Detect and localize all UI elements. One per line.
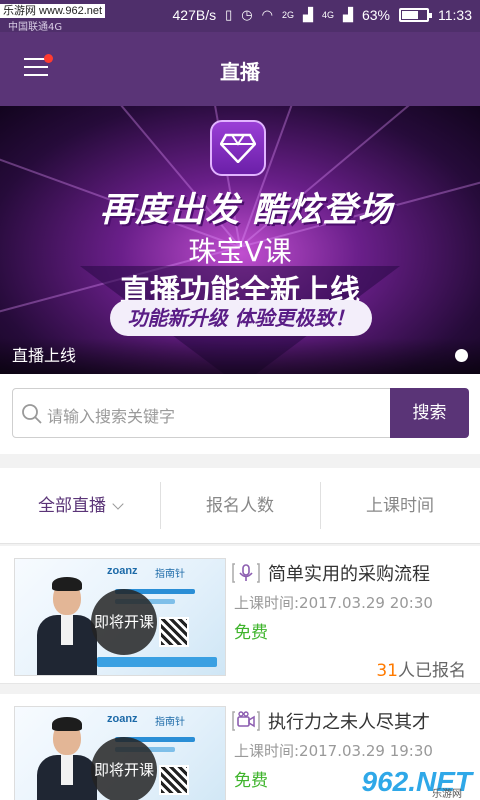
battery-fill — [402, 11, 419, 19]
banner-pill: 功能新升级 体验更极致！ — [110, 300, 372, 336]
battery-percent: 63% — [361, 7, 390, 23]
watermark-label: 乐游网 www.962.net — [0, 4, 106, 18]
vibrate-icon: ▯ — [225, 7, 233, 22]
lecturer-photo — [37, 575, 97, 675]
tab-label: 上课时间 — [366, 496, 434, 516]
banner-headline: 再度出发 酷炫登场 — [100, 190, 393, 230]
wifi-icon: ◠ — [261, 7, 273, 22]
status-badge: 即将开课 — [91, 737, 157, 800]
signal-icon: ▟ — [302, 7, 313, 22]
alarm-icon: ◷ — [241, 7, 253, 22]
course-title: 简单实用的采购流程 — [268, 564, 430, 585]
qr-code — [159, 617, 189, 647]
enroll-suffix: 人已报名 — [398, 661, 466, 681]
brand-logo: zoanz — [107, 713, 138, 725]
promo-banner[interactable]: 再度出发 酷炫登场 珠宝V课 直播功能全新上线 功能新升级 体验更极致！ 直播上… — [0, 106, 480, 374]
banner-subtitle: 珠宝V课 — [188, 235, 292, 268]
tab-label: 报名人数 — [206, 496, 274, 516]
diamond-logo-icon — [210, 120, 266, 176]
site-watermark-sub: 乐游网 — [432, 789, 462, 800]
banner-caption: 直播上线 — [12, 346, 77, 365]
enroll-count: 31人已报名 — [376, 656, 466, 681]
search-bar: 请输入搜索关键字 搜索 — [0, 374, 480, 454]
filter-tabs: 全部直播 报名人数 上课时间 — [0, 468, 480, 544]
course-card[interactable]: zoanz 指南针 即将开课 执行力之未人尽其才 上课时间:2017.03.29… — [0, 694, 480, 800]
brand-logo: zoanz — [107, 565, 138, 577]
course-title: 执行力之未人尽其才 — [268, 712, 430, 733]
nav-bar: 直播 — [0, 32, 480, 106]
signal-icon: ▟ — [342, 7, 353, 22]
chevron-down-icon — [112, 498, 124, 510]
qr-code — [159, 765, 189, 795]
search-placeholder: 请输入搜索关键字 — [47, 407, 176, 426]
carrier-label: 中国联通4G — [8, 22, 63, 33]
course-time: 上课时间:2017.03.29 20:30 — [234, 594, 433, 612]
status-badge: 即将开课 — [91, 589, 157, 655]
battery-icon — [399, 8, 432, 22]
tab-enrollment[interactable]: 报名人数 — [160, 468, 320, 543]
course-card[interactable]: zoanz 指南针 即将开课 简单实用的采购流程 上课时间:2017.03.29… — [0, 546, 480, 684]
tab-label: 全部直播 — [38, 496, 106, 516]
microphone-icon — [232, 563, 260, 583]
course-thumbnail: zoanz 指南针 即将开课 — [14, 558, 226, 676]
tab-class-time[interactable]: 上课时间 — [320, 468, 480, 543]
course-price: 免费 — [234, 623, 268, 643]
enroll-number: 31 — [376, 661, 398, 681]
status-bar: 乐游网 www.962.net 中国联通4G 427B/s ▯ ◷ ◠ 2G ▟… — [0, 0, 480, 33]
search-button[interactable]: 搜索 — [390, 388, 469, 438]
brand-logo-cn: 指南针 — [155, 717, 185, 728]
network-2g-label: 2G — [281, 10, 294, 20]
clock: 11:33 — [438, 7, 472, 23]
tab-all-live[interactable]: 全部直播 — [0, 468, 160, 543]
page-title: 直播 — [220, 60, 260, 84]
network-speed: 427B/s — [172, 7, 217, 23]
brand-logo-cn: 指南针 — [155, 569, 185, 580]
course-thumbnail: zoanz 指南针 即将开课 — [14, 706, 226, 800]
course-time: 上课时间:2017.03.29 19:30 — [234, 742, 433, 760]
course-price: 免费 — [234, 771, 268, 791]
search-icon — [22, 404, 42, 424]
status-icons: 427B/s ▯ ◷ ◠ 2G ▟ 4G ▟ 63% 11:33 — [173, 7, 473, 23]
network-4g-label: 4G — [321, 10, 334, 20]
lecturer-photo — [37, 715, 97, 800]
video-camera-icon — [232, 711, 260, 731]
search-input[interactable]: 请输入搜索关键字 — [12, 388, 392, 438]
thumb-deco — [97, 657, 217, 667]
carousel-indicator[interactable] — [455, 349, 468, 362]
